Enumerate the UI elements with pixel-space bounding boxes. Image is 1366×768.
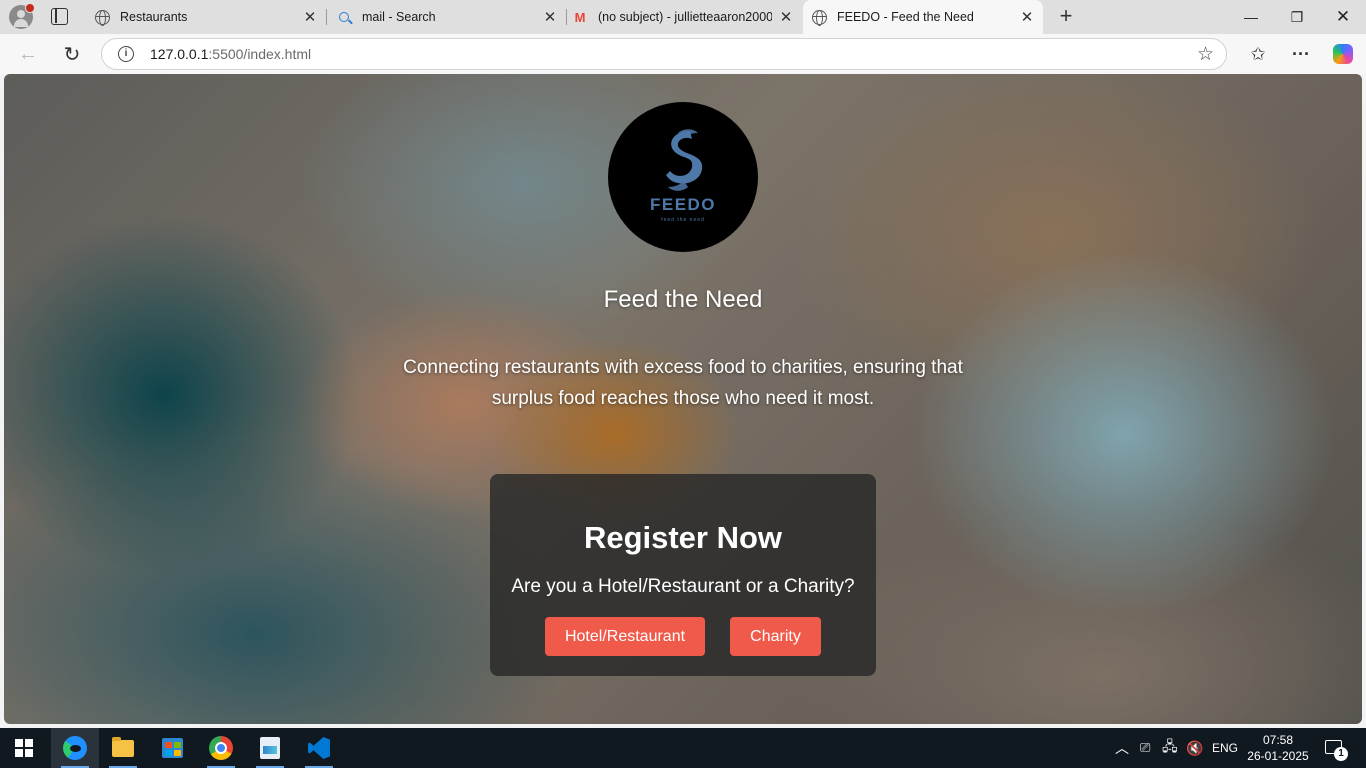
- copilot-icon[interactable]: [1328, 39, 1358, 69]
- feedo-logo[interactable]: FEEDO feed the need: [608, 102, 758, 252]
- start-icon[interactable]: [15, 739, 33, 757]
- notification-count-badge: 1: [1334, 747, 1348, 761]
- clock-date: 26-01-2025: [1247, 749, 1309, 763]
- logo-name: FEEDO: [649, 195, 717, 214]
- hotel-restaurant-button[interactable]: Hotel/Restaurant: [545, 617, 705, 656]
- globe-icon: [94, 9, 110, 26]
- tab-restaurants[interactable]: Restaurants ✕: [86, 0, 326, 34]
- minimize-icon[interactable]: —: [1228, 0, 1274, 34]
- profile-avatar-icon[interactable]: [9, 3, 35, 29]
- tab-separator: [326, 9, 327, 25]
- close-icon[interactable]: ✕: [540, 7, 560, 27]
- browser-toolbar: ← ↻ i 127.0.0.1:5500/index.html ☆ ✩ ···: [0, 34, 1366, 74]
- back-arrow-icon[interactable]: ←: [13, 39, 43, 69]
- edge-icon[interactable]: [51, 728, 99, 768]
- tab-actions-icon[interactable]: [51, 8, 68, 25]
- chevron-up-icon[interactable]: ︿: [1115, 728, 1129, 768]
- new-tab-icon[interactable]: +: [1055, 5, 1077, 27]
- favorite-star-icon[interactable]: ☆: [1197, 43, 1214, 66]
- hero-section: FEEDO feed the need Feed the Need Connec…: [4, 74, 1362, 724]
- favorites-icon[interactable]: ✩: [1243, 39, 1273, 69]
- volume-muted-icon[interactable]: 🔇: [1186, 728, 1203, 768]
- meet-now-icon[interactable]: ⎚: [1140, 728, 1150, 768]
- tab-mail-search[interactable]: mail - Search ✕: [328, 0, 566, 34]
- more-options-icon[interactable]: ···: [1286, 39, 1316, 69]
- refresh-icon[interactable]: ↻: [57, 39, 87, 69]
- close-icon[interactable]: ✕: [300, 7, 320, 27]
- vscode-icon[interactable]: [295, 728, 343, 768]
- register-title: Register Now: [583, 520, 783, 555]
- gmail-icon: M: [574, 9, 586, 25]
- tab-title: Restaurants: [120, 10, 188, 24]
- chrome-icon[interactable]: [197, 728, 245, 768]
- globe-icon: [811, 9, 827, 26]
- page-description: Connecting restaurants with excess food …: [403, 357, 963, 409]
- system-clock[interactable]: 07:58 26-01-2025: [1243, 732, 1313, 764]
- address-bar[interactable]: i 127.0.0.1:5500/index.html ☆: [101, 38, 1227, 70]
- register-question: Are you a Hotel/Restaurant or a Charity?: [511, 576, 855, 597]
- tab-strip: Restaurants ✕ mail - Search ✕ M (no subj…: [0, 0, 1366, 34]
- tab-feedo[interactable]: FEEDO - Feed the Need ✕: [803, 0, 1043, 34]
- language-indicator[interactable]: ENG: [1212, 728, 1238, 768]
- store-icon[interactable]: [148, 728, 196, 768]
- tab-title: mail - Search: [362, 10, 436, 24]
- close-icon[interactable]: ✕: [1017, 7, 1037, 27]
- hands-logo-icon: [666, 129, 703, 191]
- page-viewport: FEEDO feed the need Feed the Need Connec…: [4, 74, 1362, 724]
- network-icon[interactable]: 🖧: [1162, 728, 1178, 768]
- close-window-icon[interactable]: ✕: [1320, 0, 1366, 34]
- tab-title: FEEDO - Feed the Need: [837, 10, 974, 24]
- page-tagline: Feed the Need: [603, 286, 763, 313]
- tab-title: (no subject) - jullietteaaron2000@: [598, 10, 772, 24]
- logo-tagline: feed the need: [661, 217, 705, 223]
- taskbar: ︿ ⎚ 🖧 🔇 ENG 07:58 26-01-2025 1: [0, 728, 1366, 768]
- restore-icon[interactable]: ❐: [1274, 0, 1320, 34]
- site-info-icon[interactable]: i: [118, 46, 134, 62]
- file-explorer-icon[interactable]: [99, 728, 147, 768]
- url-text[interactable]: 127.0.0.1:5500/index.html: [150, 46, 311, 62]
- search-icon: [336, 9, 352, 25]
- register-card: Register Now Are you a Hotel/Restaurant …: [490, 474, 876, 676]
- charity-button[interactable]: Charity: [730, 617, 821, 656]
- tab-separator: [566, 9, 567, 25]
- paint-icon[interactable]: [246, 728, 294, 768]
- clock-time: 07:58: [1262, 733, 1294, 747]
- tab-gmail[interactable]: M (no subject) - jullietteaaron2000@ ✕: [568, 0, 802, 34]
- close-icon[interactable]: ✕: [776, 7, 796, 27]
